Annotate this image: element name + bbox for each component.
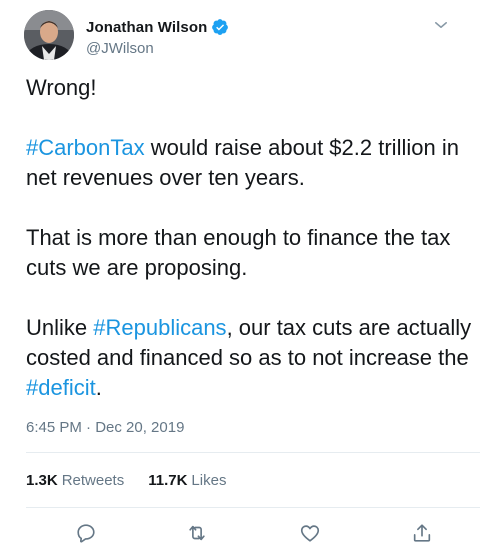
divider	[26, 452, 480, 453]
hashtag-link[interactable]: #CarbonTax	[26, 135, 145, 160]
tweet-text-segment: Unlike	[26, 315, 94, 340]
tweet-paragraph: That is more than enough to finance the …	[26, 223, 476, 283]
tweet-text-segment: That is more than enough to finance the …	[26, 225, 451, 280]
display-name[interactable]: Jonathan Wilson	[86, 19, 207, 36]
author-handle[interactable]: @JWilson	[86, 40, 229, 57]
tweet-paragraph: Wrong!	[26, 73, 476, 103]
hashtag-link[interactable]: #Republicans	[93, 315, 226, 340]
tweet-timestamp[interactable]: 6:45 PM · Dec 20, 2019	[26, 419, 184, 436]
retweet-icon	[189, 525, 205, 541]
heart-icon	[300, 525, 320, 542]
tweet-text-segment: .	[95, 375, 102, 400]
share-button[interactable]	[409, 520, 435, 546]
verified-badge-icon	[212, 19, 229, 35]
author-block: Jonathan Wilson @JWilson	[86, 17, 229, 57]
share-icon	[413, 524, 431, 542]
reply-button[interactable]	[73, 520, 99, 546]
reply-icon	[77, 524, 95, 543]
like-button[interactable]	[297, 520, 323, 546]
divider	[26, 507, 480, 508]
tweet-card: Jonathan Wilson @JWilson Wrong! #CarbonTa…	[0, 0, 480, 558]
likes-stat[interactable]: 11.7K Likes	[148, 472, 226, 489]
retweets-stat[interactable]: 1.3K Retweets	[26, 472, 124, 489]
retweet-button[interactable]	[184, 520, 210, 546]
tweet-text-segment: Wrong!	[26, 75, 97, 100]
tweet-header: Jonathan Wilson @JWilson	[24, 10, 464, 62]
tweet-stats: 1.3K Retweets 11.7K Likes	[26, 472, 226, 489]
tweet-text: Wrong! #CarbonTax would raise about $2.2 …	[26, 73, 476, 403]
retweets-label: Retweets	[61, 472, 125, 489]
tweet-paragraph: #CarbonTax would raise about $2.2 trilli…	[26, 133, 476, 193]
avatar[interactable]	[24, 10, 74, 60]
name-row: Jonathan Wilson	[86, 17, 229, 37]
likes-label: Likes	[191, 472, 227, 489]
avatar-image	[24, 10, 74, 60]
tweet-paragraph: Unlike #Republicans, our tax cuts are ac…	[26, 313, 476, 403]
tweet-actions	[0, 520, 480, 550]
retweets-count: 1.3K	[26, 472, 58, 489]
likes-count: 11.7K	[148, 472, 188, 489]
hashtag-link[interactable]: #deficit	[26, 375, 96, 400]
chevron-down-icon[interactable]	[432, 16, 450, 34]
